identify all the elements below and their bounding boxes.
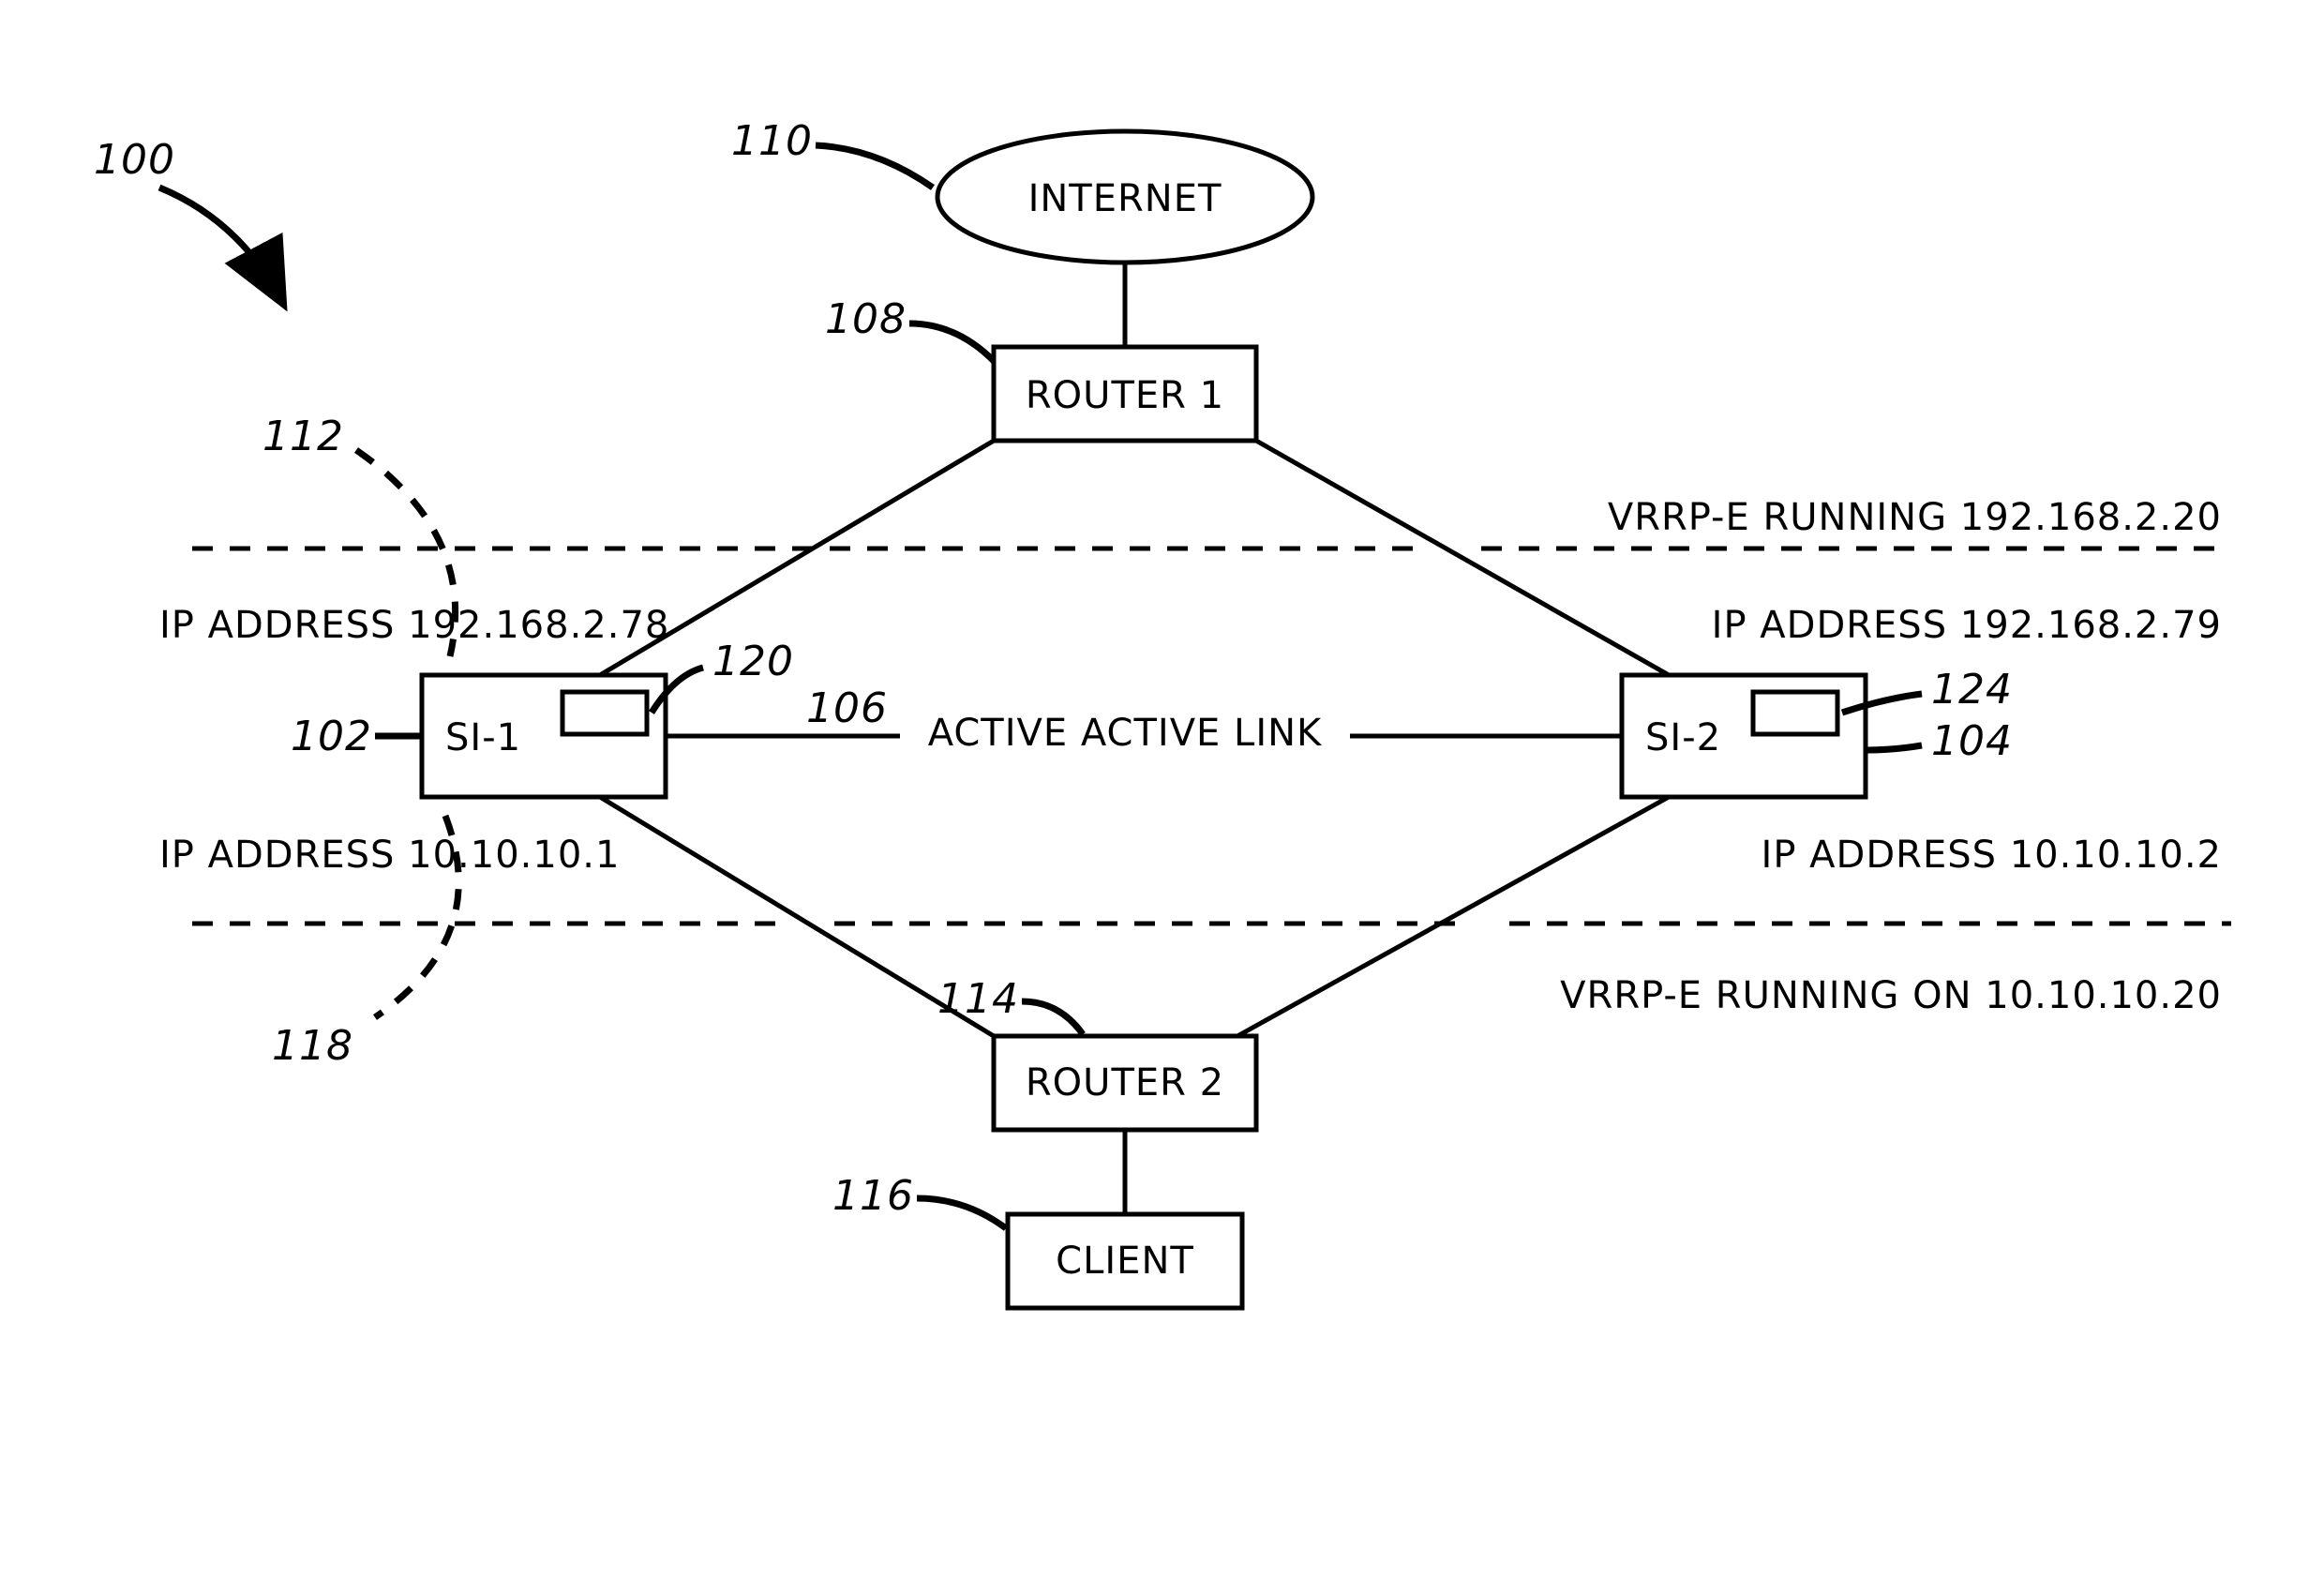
si2-ip-top: IP ADDRESS 192.168.2.79 [1712,604,2222,647]
internet-ref-label: 110 [731,117,813,165]
internet-ref-leader [816,145,933,188]
si2-ip-bottom: IP ADDRESS 10.10.10.2 [1762,834,2222,877]
router1-ref-label: 108 [825,295,907,343]
lower-region-label: VRRP-E RUNNING ON 10.10.10.20 [1560,974,2222,1017]
upper-region-label: VRRP-E RUNNING 192.168.2.20 [1608,496,2222,539]
router1-label: ROUTER 1 [1026,374,1224,417]
client-ref-label: 116 [832,1172,914,1220]
si2-label: SI-2 [1645,716,1721,759]
si2-inner-ref-label: 124 [1931,666,2013,714]
router1-ref-leader [909,323,994,361]
network-diagram: 100 INTERNET 110 ROUTER 1 108 VRRP-E RUN… [0,0,2324,1578]
si2-ref-leader [1867,745,1922,750]
active-active-link-label: ACTIVE ACTIVE LINK [928,712,1323,755]
figure-ref-arrow [159,188,281,300]
si1-ip-top: IP ADDRESS 192.168.2.78 [159,604,669,647]
router2-ref-leader [1022,1001,1083,1034]
si1-label: SI-1 [445,716,521,759]
lower-region-ref-label: 118 [272,1022,353,1070]
si1-inner-ref-label: 120 [712,638,794,685]
si2-inner-rect [1753,692,1837,734]
figure-ref-label: 100 [94,136,175,184]
upper-region-ref-label: 112 [262,413,344,460]
client-ref-leader [917,1198,1006,1228]
client-label: CLIENT [1056,1240,1194,1283]
internet-label: INTERNET [1028,177,1222,220]
router2-ref-label: 114 [937,975,1019,1023]
si2-inner-ref-leader [1842,694,1922,713]
si1-ip-bottom: IP ADDRESS 10.10.10.1 [159,834,620,877]
si1-ref-label: 102 [291,713,372,760]
si2-ref-label: 104 [1931,717,2013,765]
router2-label: ROUTER 2 [1026,1061,1224,1105]
si1-inner-rect [562,692,647,734]
edge-si1-router2 [600,797,994,1036]
link-ref-label: 106 [806,684,888,732]
edge-router1-si2 [1256,441,1669,675]
